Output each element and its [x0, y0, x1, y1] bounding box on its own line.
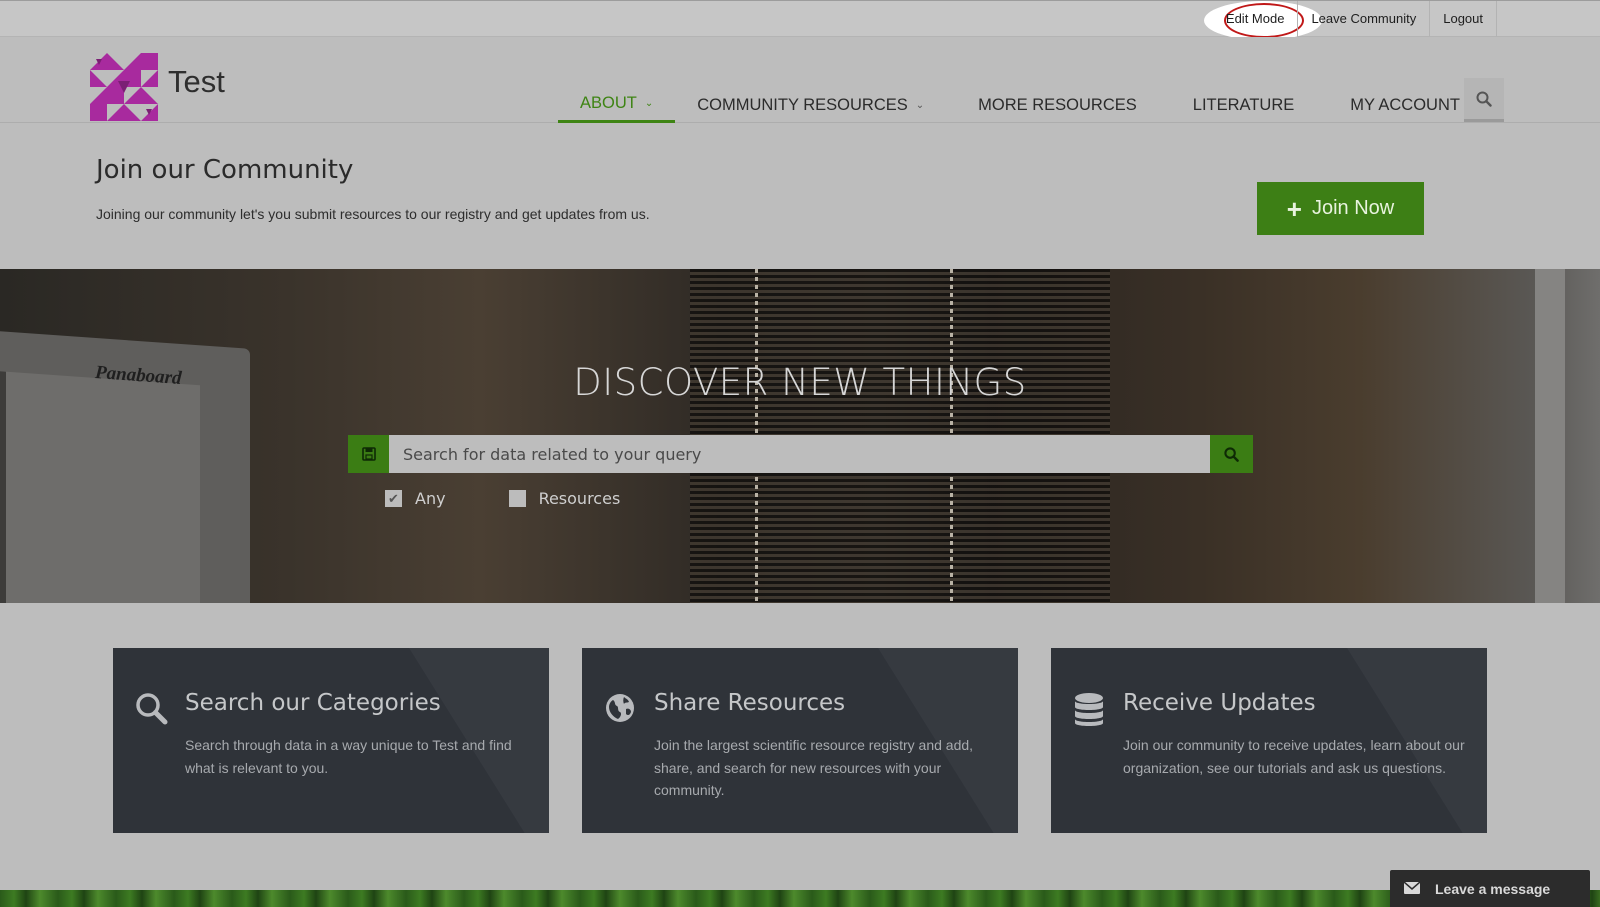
save-search-button[interactable] [348, 435, 389, 473]
nav-community-resources[interactable]: COMMUNITY RESOURCES ⌄ [675, 87, 946, 123]
top-links: Edit Mode Leave Community Logout [1213, 1, 1497, 37]
leave-message-tab[interactable]: Leave a message [1390, 870, 1590, 907]
community-logo[interactable] [90, 53, 158, 121]
feature-title: Receive Updates [1123, 690, 1316, 716]
features-section: Search our Categories Search through dat… [0, 603, 1600, 890]
leave-message-label: Leave a message [1435, 880, 1551, 897]
hero-title: DISCOVER NEW THINGS [573, 361, 1027, 404]
envelope-icon [1403, 880, 1421, 897]
nav-about-label: ABOUT [580, 94, 637, 112]
site-title[interactable]: Test [168, 64, 225, 100]
filter-resources[interactable]: Resources [508, 489, 621, 508]
leave-community-link[interactable]: Leave Community [1297, 1, 1429, 37]
filter-resources-label: Resources [538, 489, 621, 508]
footer-image-strip [0, 890, 1600, 907]
main-nav: ABOUT ⌄ COMMUNITY RESOURCES ⌄ MORE RESOU… [558, 87, 1498, 123]
search-icon [1476, 91, 1492, 107]
filter-any[interactable]: ✔ Any [385, 489, 446, 508]
feature-text: Join our community to receive updates, l… [1123, 737, 1465, 776]
join-subtitle: Joining our community let's you submit r… [96, 206, 650, 222]
feature-title: Search our Categories [185, 690, 441, 716]
nav-about[interactable]: ABOUT ⌄ [558, 87, 676, 123]
join-now-button[interactable]: + Join Now [1257, 182, 1424, 235]
hero-section: Panaboard DISCOVER NEW THINGS ✔ Any [0, 269, 1600, 603]
search-icon [136, 693, 168, 725]
feature-card-search: Search our Categories Search through dat… [113, 648, 549, 833]
save-icon [361, 447, 376, 461]
search-icon [1224, 446, 1239, 462]
search-filters: ✔ Any Resources [385, 489, 683, 508]
hero-search-button[interactable] [1210, 435, 1253, 473]
chevron-down-icon: ⌄ [644, 98, 654, 109]
feature-card-updates: Receive Updates Join our community to re… [1051, 648, 1487, 833]
database-icon [1075, 693, 1103, 726]
nav-search-button[interactable] [1464, 78, 1504, 122]
hero-background-pole [1535, 269, 1565, 603]
checkbox-checked-icon[interactable]: ✔ [385, 490, 402, 507]
logout-link[interactable]: Logout [1429, 1, 1497, 37]
hero-search-input[interactable] [389, 435, 1210, 473]
nav-literature[interactable]: LITERATURE [1169, 87, 1326, 123]
nav-my-account-label: MY ACCOUNT [1350, 95, 1460, 114]
feature-card-share: Share Resources Join the largest scienti… [582, 648, 1018, 833]
nav-community-resources-label: COMMUNITY RESOURCES [697, 95, 908, 114]
feature-text: Join the largest scientific resource reg… [654, 737, 974, 798]
join-title: Join our Community [96, 155, 354, 185]
chevron-down-icon: ⌄ [915, 99, 925, 111]
plus-icon: + [1286, 193, 1302, 224]
nav-more-resources[interactable]: MORE RESOURCES [946, 87, 1169, 123]
checkbox-unchecked-icon[interactable] [508, 490, 526, 507]
top-utility-bar: Edit Mode Leave Community Logout [0, 0, 1600, 40]
hero-search-bar [348, 435, 1253, 473]
join-now-label: Join Now [1311, 197, 1395, 219]
feature-text: Search through data in a way unique to T… [185, 737, 512, 776]
feature-title: Share Resources [654, 690, 846, 716]
join-banner: Join our Community Joining our community… [0, 123, 1600, 269]
edit-mode-link[interactable]: Edit Mode [1213, 1, 1298, 37]
hero-background-monitor-screen [0, 371, 200, 603]
filter-any-label: Any [415, 489, 446, 508]
globe-icon [606, 694, 634, 722]
nav-more-resources-label: MORE RESOURCES [978, 95, 1137, 114]
site-header: Test ABOUT ⌄ COMMUNITY RESOURCES ⌄ MORE … [0, 37, 1600, 123]
nav-literature-label: LITERATURE [1192, 95, 1295, 114]
